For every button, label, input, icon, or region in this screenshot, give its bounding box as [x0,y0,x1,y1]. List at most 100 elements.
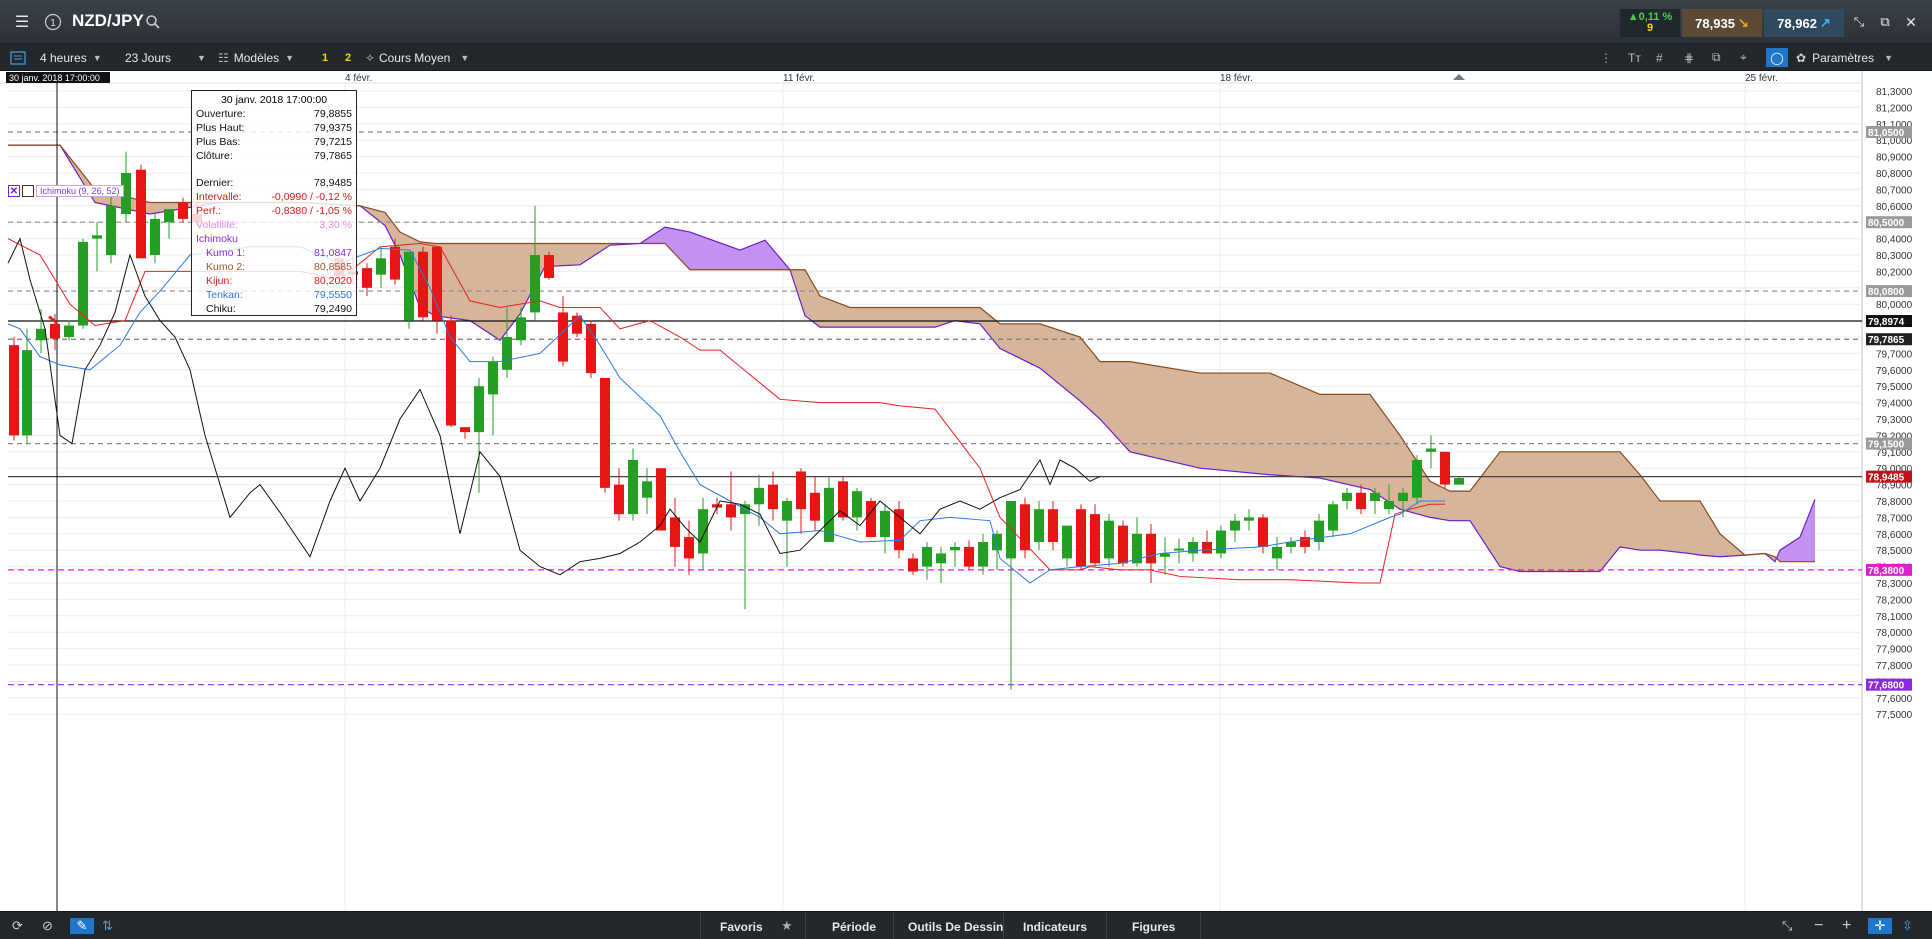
kumo-segment [1620,451,1640,551]
candle-body [92,235,102,239]
expand-vertical-icon[interactable]: ⇳ [1902,918,1913,934]
models-select[interactable]: ☷ Modèles ▼ [218,48,294,67]
candle-body [460,427,470,433]
candle-body [1118,525,1128,564]
price-tick-label: 78,7000 [1876,513,1913,524]
price-tick-label: 78,8000 [1876,497,1913,508]
parameters-button[interactable]: ✿ Paramètres ▼ [1796,48,1893,67]
symbol-label[interactable]: NZD/JPY [72,11,144,31]
bid-price-button[interactable]: 78,935 ↘ [1682,9,1762,37]
grid-icon[interactable]: # [1656,48,1674,67]
chart-toolbar: 4 heures ▼ 23 Jours ▼ ☷ Modèles ▼ 1 2 ⟡ Cours… [0,44,1932,71]
price-tick-label: 77,5000 [1876,710,1913,721]
info-row: Kumo 2: 80,8585 [196,260,352,274]
level-badge-label: 78,3800 [1868,566,1905,577]
candle-body [950,546,960,551]
candle-body [810,492,820,521]
indicator-chip[interactable]: ✕ Ichimoku (9, 26, 52) [8,184,124,198]
magnet-icon[interactable]: ⌖ [1740,48,1758,67]
price-tick-label: 79,3000 [1876,415,1913,426]
candle-body [922,546,932,567]
pencil-icon[interactable]: ✎ [70,918,94,934]
popout-icon[interactable]: ⧉ [1874,8,1896,36]
candle-body [1300,537,1310,547]
price-tick-label: 80,2000 [1876,267,1913,278]
crosshair-icon[interactable]: ✛ [1868,918,1892,934]
price-tick-label: 80,6000 [1876,202,1913,213]
info-row: Perf.: -0,8380 / -1,05 % [196,204,352,218]
candle-body [502,337,512,370]
price-type-icon: ⟡ [366,50,374,64]
price-tick-label: 79,6000 [1876,366,1913,377]
info-value: 80,8585 [314,261,352,273]
info-label: Plus Haut: [196,122,245,134]
candle-body [164,209,174,223]
drawing-tools-button[interactable]: Outils De Dessin [908,918,1003,936]
price-tick-label: 78,1000 [1876,612,1913,623]
level-badge-label: 80,5000 [1868,218,1905,229]
price-type-select[interactable]: ⟡ Cours Moyen ▼ [366,48,469,67]
layout-1-button[interactable]: 1 [322,48,328,67]
info-row: Plus Haut: 79,9375 [196,121,352,135]
chart-list-icon[interactable] [10,48,30,67]
zoom-out-icon[interactable]: − [1814,917,1823,934]
candle-body [544,255,554,278]
price-tick-label: 81,2000 [1876,103,1913,114]
kumo-segment [1690,501,1700,556]
remove-indicator-icon[interactable]: ✕ [8,185,20,197]
ask-price-button[interactable]: 78,962 ↗ [1764,9,1844,37]
candle-body [22,350,32,436]
candle-body [1216,530,1226,554]
hamburger-icon[interactable]: ☰ [8,8,36,36]
kumo-segment [1450,491,1470,521]
price-tick-label: 77,8000 [1876,661,1913,672]
close-icon[interactable]: ✕ [1900,8,1922,36]
crosshair-grid-icon[interactable]: ⋕ [1684,48,1702,67]
indicators-button[interactable]: Indicateurs [1023,918,1087,936]
figures-button[interactable]: Figures [1132,918,1175,936]
kumo-segment [1320,394,1370,490]
candle-body [1202,542,1212,554]
layout-2-button[interactable]: 2 [345,48,351,67]
candle-body [1412,460,1422,498]
kumo-segment [820,296,850,328]
indicator-label[interactable]: Ichimoku (9, 26, 52) [36,185,124,197]
period-button[interactable]: Période [832,918,876,936]
candle-body [684,537,694,559]
fit-icon[interactable]: ⤡ [1782,918,1792,934]
info-label: Ouverture: [196,108,246,120]
refresh-icon[interactable]: ⟳ [12,918,23,934]
info-value: -0,0990 / -0,12 % [271,191,352,203]
level-badge-label: 81,0500 [1868,128,1905,139]
price-chart[interactable]: 81,3000 81,2000 81,1000 81,0000 80,9000 80,80… [0,71,1932,911]
candle-body [1454,478,1464,485]
collapse-indicator-icon[interactable] [22,185,34,197]
info-value: 79,7215 [314,136,352,148]
candle-body [418,251,428,318]
info-row: Clôture: 79,7865 [196,149,352,163]
candle-body [964,546,974,567]
info-row: Intervalle: -0,0990 / -0,12 % [196,190,352,204]
copy-icon[interactable]: ⧉ [1712,48,1730,67]
lasso-icon[interactable]: ◯ [1766,48,1788,67]
ruler-icon[interactable]: ⋮ [1600,48,1618,67]
zoom-in-icon[interactable]: + [1842,917,1851,934]
level-badge-label: 77,6800 [1868,681,1905,692]
collapse-icon[interactable]: ⤡ [1848,8,1870,36]
candle-body [698,509,708,554]
info-row: Dernier: 78,9485 [196,176,352,190]
info-circle-icon[interactable]: 1 [42,8,64,36]
favorites-button[interactable]: Favoris [720,918,763,936]
ask-price: 78,962 [1777,15,1817,31]
text-size-icon[interactable]: Tт [1628,48,1646,67]
arrows-icon[interactable]: ⇅ [102,918,113,934]
cancel-circle-icon[interactable]: ⊘ [42,918,53,934]
star-icon[interactable]: ★ [781,918,793,934]
change-count: 9 [1646,22,1654,34]
price-tick-label: 78,0000 [1876,628,1913,639]
level-badge-label: 79,8974 [1868,317,1905,328]
info-value: 79,8855 [314,108,352,120]
search-icon[interactable] [142,8,164,36]
timeframe-select[interactable]: 4 heures ▼ [40,48,102,67]
period-select[interactable]: 23 Jours ▼ [125,48,206,67]
